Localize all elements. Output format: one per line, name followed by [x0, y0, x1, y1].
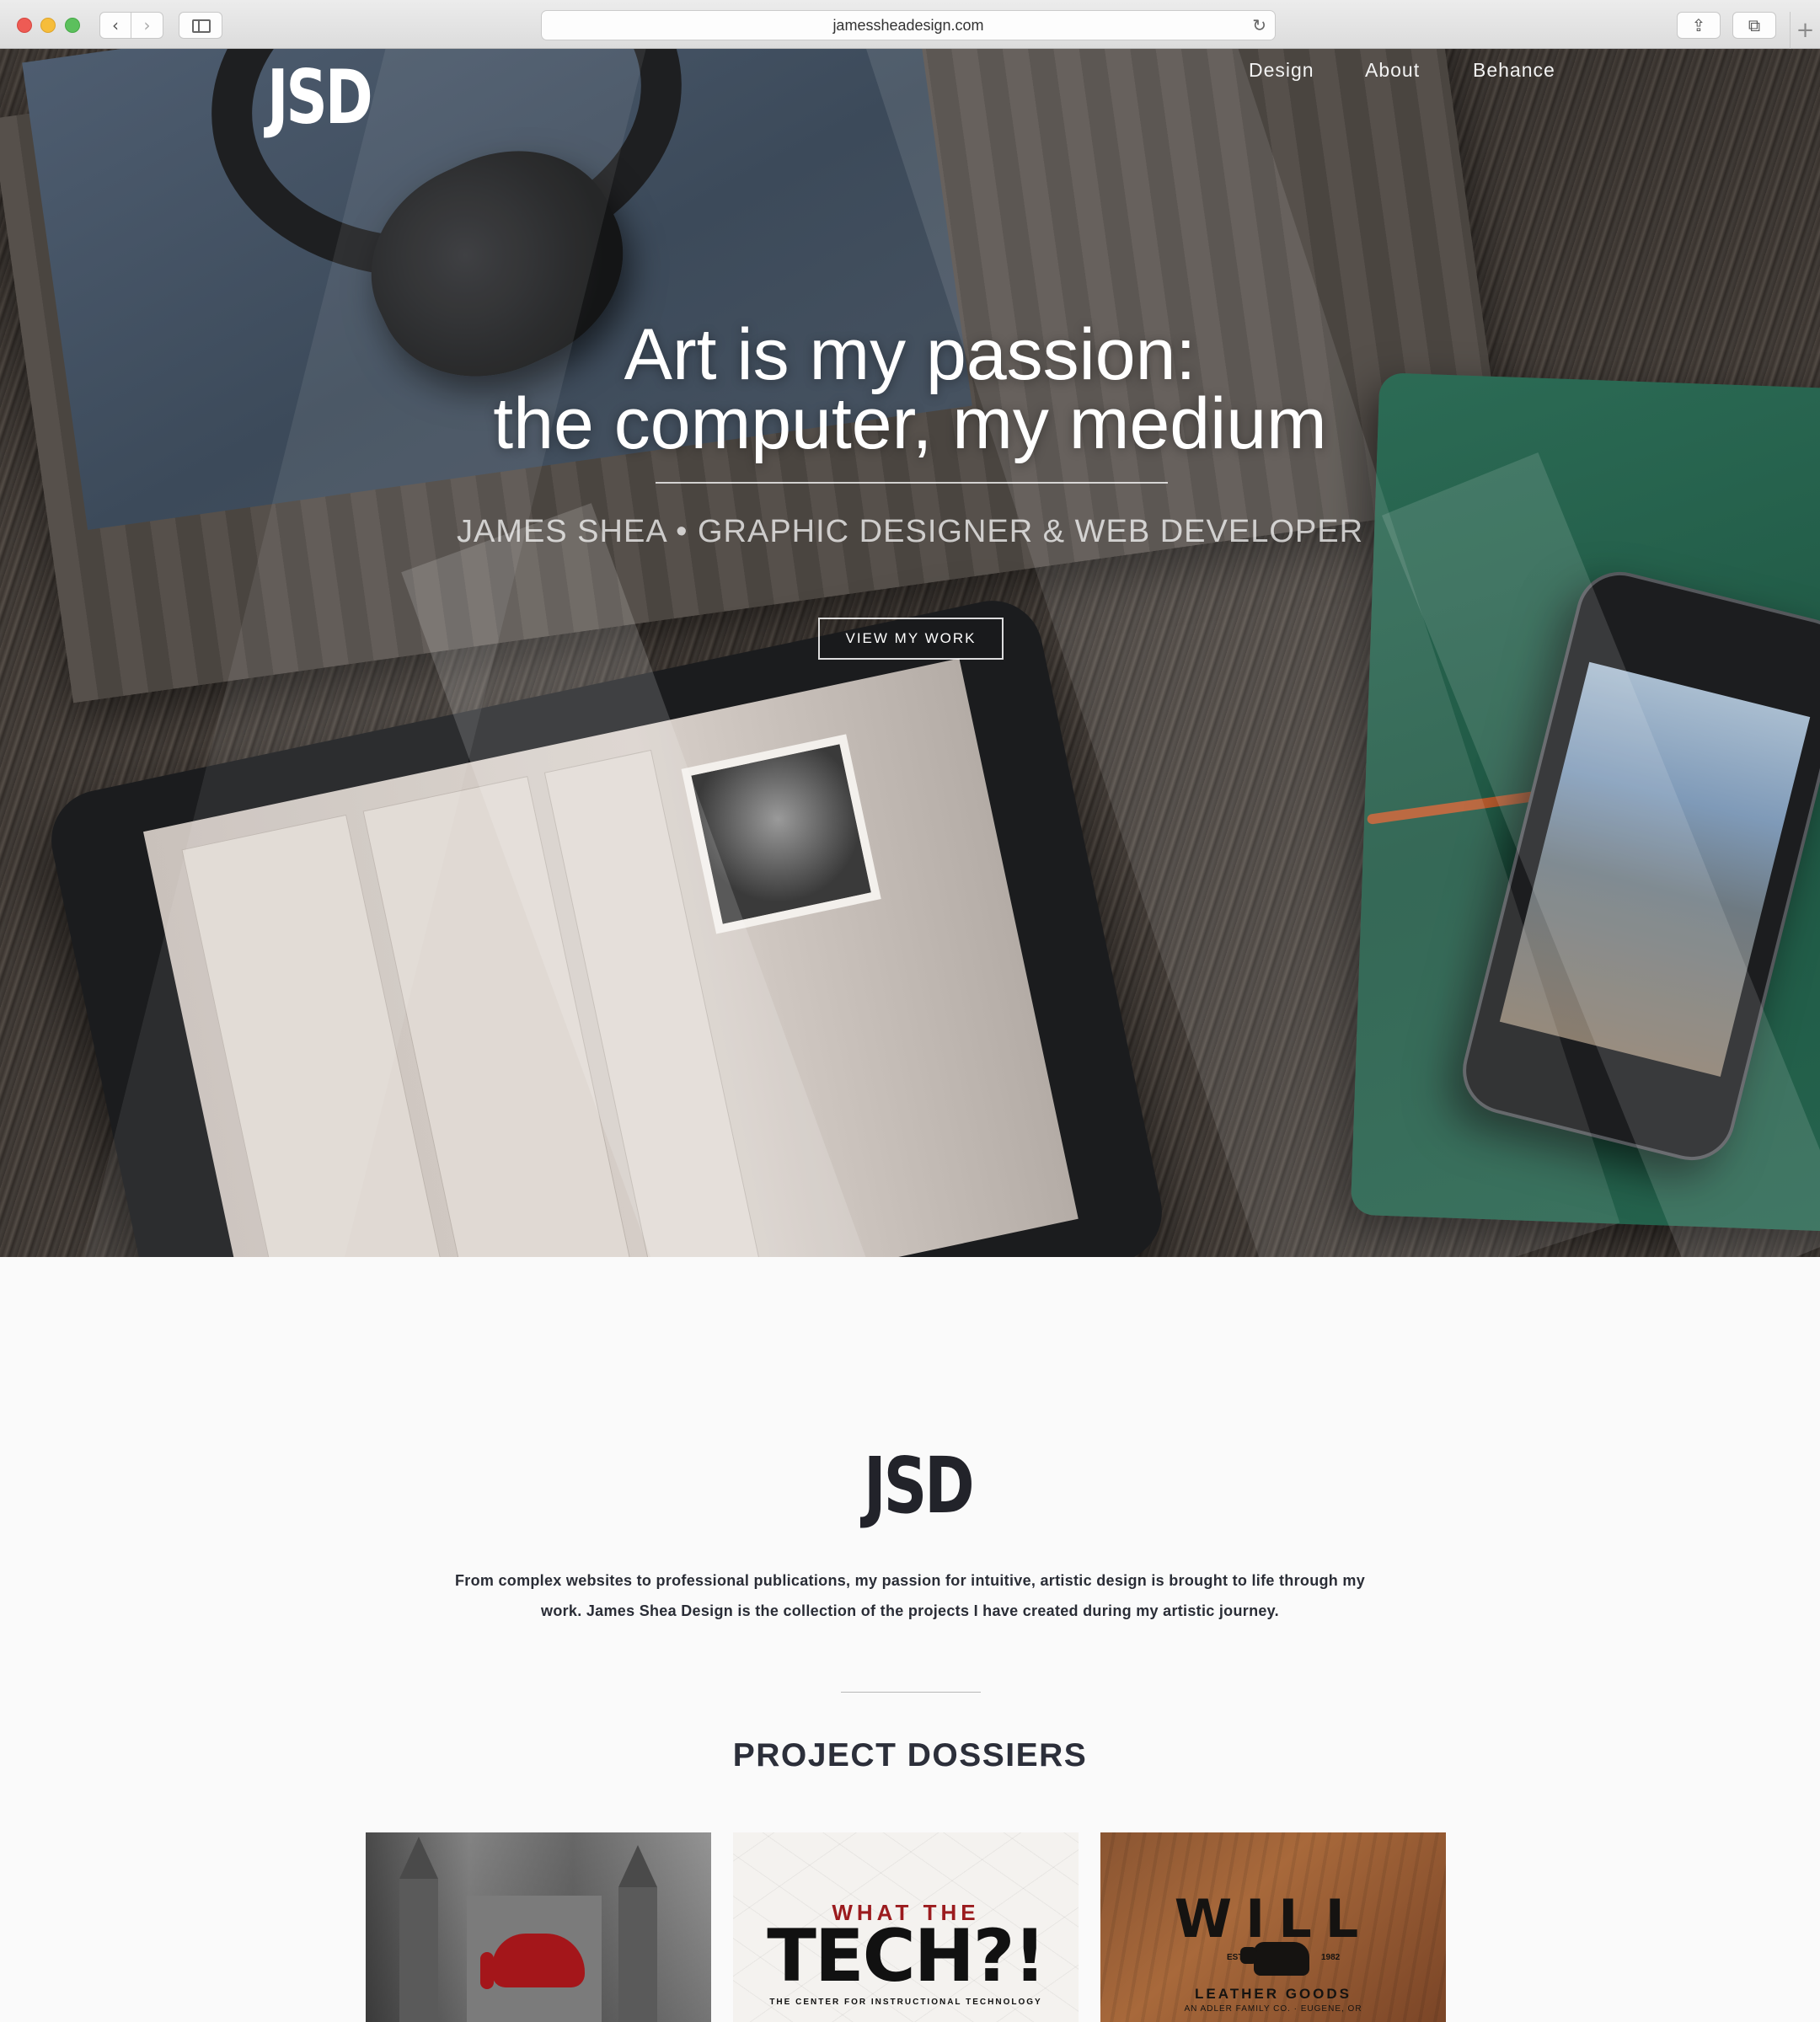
sidebar-toggle-button[interactable]: [179, 12, 222, 39]
chevron-left-icon: ‹: [112, 15, 119, 35]
tabs-icon: ⧉: [1748, 15, 1761, 35]
tile-subtitle: THE CENTER FOR INSTRUCTIONAL TECHNOLOGY: [769, 1998, 1042, 2007]
about-paragraph: From complex websites to professional pu…: [454, 1572, 1366, 1619]
reload-icon[interactable]: ↻: [1252, 11, 1266, 40]
tile-title: WILL: [1174, 1888, 1373, 1950]
hero-divider: [656, 482, 1168, 484]
nav-link-about[interactable]: About: [1365, 59, 1420, 82]
forward-button[interactable]: ›: [131, 12, 163, 39]
url-text: jamessheadesign.com: [832, 17, 984, 34]
bull-icon: [1240, 1942, 1309, 1976]
hero-section: JSD Design About Behance Art is my passi…: [0, 49, 1820, 1257]
hero-subtitle: JAMES SHEA • GRAPHIC DESIGNER & WEB DEVE…: [456, 514, 1364, 549]
back-button[interactable]: ‹: [99, 12, 131, 39]
building-spire: [399, 1837, 438, 1879]
browser-toolbar: ‹ › jamessheadesign.com ↻ ⇪ ⧉ +: [0, 0, 1820, 49]
tile-title: TECH?!: [767, 1914, 1046, 1998]
site-logo[interactable]: JSD: [267, 61, 373, 135]
project-tile-university[interactable]: [366, 1832, 711, 2022]
plus-icon: +: [1796, 18, 1815, 43]
share-button[interactable]: ⇪: [1677, 12, 1721, 39]
building-tower: [618, 1887, 657, 2022]
zoom-window-button[interactable]: [65, 18, 80, 33]
show-tabs-button[interactable]: ⧉: [1732, 12, 1776, 39]
section-divider: [841, 1692, 981, 1693]
new-tab-button[interactable]: +: [1790, 12, 1820, 49]
address-bar[interactable]: jamessheadesign.com ↻: [541, 10, 1276, 40]
minimize-window-button[interactable]: [40, 18, 56, 33]
tile-subtitle: LEATHER GOODS: [1194, 1986, 1352, 2002]
project-tile-will-leather[interactable]: WILL EST 1982 LEATHER GOODS AN ADLER FAM…: [1100, 1832, 1446, 2022]
tile-est-year: 1982: [1321, 1953, 1341, 1962]
nav-link-behance[interactable]: Behance: [1473, 59, 1555, 82]
browser-window: ‹ › jamessheadesign.com ↻ ⇪ ⧉ + JSD Desi…: [0, 0, 1820, 2022]
nav-link-design[interactable]: Design: [1249, 59, 1314, 82]
view-my-work-button[interactable]: VIEW MY WORK: [818, 618, 1004, 660]
chevron-right-icon: ›: [143, 15, 151, 35]
about-logo: JSD: [864, 1441, 975, 1531]
hero-headline-line-2: the computer, my medium: [493, 383, 1327, 464]
tile-caption: AN ADLER FAMILY CO. · EUGENE, OR: [1184, 2004, 1362, 2014]
building-spire: [618, 1845, 657, 1887]
building-tower: [399, 1879, 438, 2022]
sidebar-icon: [192, 19, 211, 33]
project-dossiers-heading: PROJECT DOSSIERS: [732, 1737, 1088, 1773]
close-window-button[interactable]: [17, 18, 32, 33]
project-tile-what-the-tech[interactable]: WHAT THE TECH?! THE CENTER FOR INSTRUCTI…: [733, 1832, 1079, 2022]
hero-headline: Art is my passion: the computer, my medi…: [0, 318, 1820, 460]
share-icon: ⇪: [1691, 15, 1706, 35]
